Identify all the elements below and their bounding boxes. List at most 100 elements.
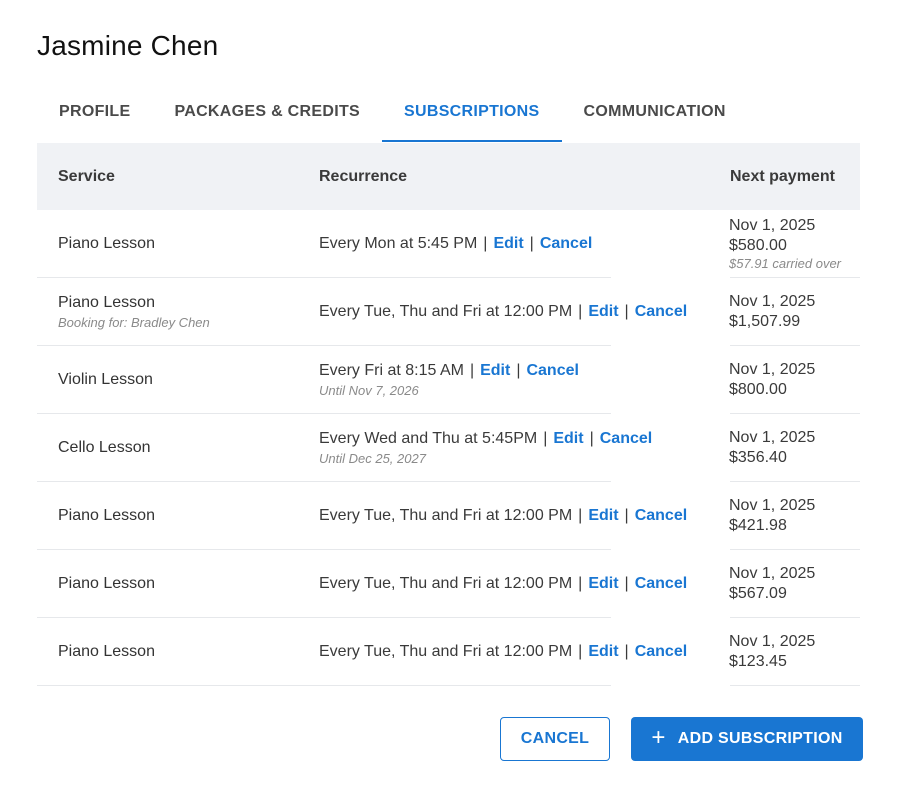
separator: | bbox=[578, 575, 583, 592]
cancel-link[interactable]: Cancel bbox=[635, 303, 687, 320]
next-payment-date: Nov 1, 2025 bbox=[729, 633, 816, 650]
cancel-link[interactable]: Cancel bbox=[600, 430, 652, 447]
separator: | bbox=[624, 303, 629, 320]
recurrence-cell: Every Fri at 8:15 AM | Edit | Cancel Until No… bbox=[319, 346, 579, 414]
next-payment-date: Nov 1, 2025 bbox=[729, 293, 816, 310]
service-cell: Cello Lesson bbox=[58, 414, 151, 482]
recurrence-text: Every Mon at 5:45 PM bbox=[319, 235, 478, 252]
tab-subscriptions[interactable]: SUBSCRIPTIONS bbox=[382, 92, 562, 142]
column-header-next-payment: Next payment bbox=[730, 167, 835, 185]
edit-link[interactable]: Edit bbox=[588, 507, 618, 524]
booking-for-note: Booking for: Bradley Chen bbox=[58, 315, 210, 330]
recurrence-text: Every Fri at 8:15 AM bbox=[319, 362, 464, 379]
separator: | bbox=[578, 303, 583, 320]
separator: | bbox=[469, 362, 475, 379]
recurrence-line: Every Wed and Thu at 5:45PM | Edit | Cancel bbox=[319, 430, 652, 448]
next-payment-cell: Nov 1, 2025 $123.45 bbox=[729, 618, 815, 686]
recurrence-text: Every Tue, Thu and Fri at 12:00 PM bbox=[319, 575, 573, 592]
tab-profile[interactable]: PROFILE bbox=[37, 92, 152, 142]
edit-link[interactable]: Edit bbox=[588, 643, 618, 660]
subscriptions-table: Service Recurrence Next payment Piano Le… bbox=[37, 143, 860, 686]
service-name: Piano Lesson bbox=[58, 507, 155, 524]
recurrence-cell: Every Wed and Thu at 5:45PM | Edit | Cancel U… bbox=[319, 414, 652, 482]
cancel-link[interactable]: Cancel bbox=[526, 362, 578, 379]
cancel-button[interactable]: CANCEL bbox=[500, 717, 610, 761]
separator: | bbox=[543, 430, 548, 447]
service-cell: Piano Lesson bbox=[58, 482, 155, 550]
add-subscription-button[interactable]: + ADD SUBSCRIPTION bbox=[631, 717, 863, 761]
row-divider bbox=[730, 685, 860, 686]
cancel-link[interactable]: Cancel bbox=[635, 575, 687, 592]
recurrence-cell: Every Tue, Thu and Fri at 12:00 PM | Edit |… bbox=[319, 618, 687, 686]
recurrence-text: Every Tue, Thu and Fri at 12:00 PM bbox=[319, 507, 573, 524]
carried-over-note: $57.91 carried over bbox=[729, 256, 842, 271]
table-row: Piano Lesson Every Tue, Thu and Fri at 12… bbox=[37, 618, 860, 686]
recurrence-line: Every Tue, Thu and Fri at 12:00 PM | Edit |… bbox=[319, 575, 687, 593]
service-cell: Piano Lesson Booking for: Bradley Chen bbox=[58, 278, 210, 346]
next-payment-amount: $1,507.99 bbox=[729, 313, 801, 330]
separator: | bbox=[578, 643, 583, 660]
separator: | bbox=[483, 235, 488, 252]
recurrence-line: Every Fri at 8:15 AM | Edit | Cancel bbox=[319, 362, 579, 380]
column-header-recurrence: Recurrence bbox=[319, 167, 408, 185]
edit-link[interactable]: Edit bbox=[588, 575, 618, 592]
next-payment-date: Nov 1, 2025 bbox=[729, 429, 816, 446]
recurrence-cell: Every Tue, Thu and Fri at 12:00 PM | Edit |… bbox=[319, 278, 687, 346]
service-cell: Violin Lesson bbox=[58, 346, 153, 414]
customer-name: Jasmine Chen bbox=[37, 30, 219, 61]
until-note: Until Dec 25, 2027 bbox=[319, 451, 426, 466]
table-row: Piano Lesson Every Tue, Thu and Fri at 12… bbox=[37, 482, 860, 550]
separator: | bbox=[624, 507, 629, 524]
recurrence-line: Every Tue, Thu and Fri at 12:00 PM | Edit |… bbox=[319, 303, 687, 321]
service-name: Piano Lesson bbox=[58, 294, 155, 311]
service-name: Cello Lesson bbox=[58, 439, 151, 456]
table-row: Cello Lesson Every Wed and Thu at 5:45PM |… bbox=[37, 414, 860, 482]
recurrence-cell: Every Tue, Thu and Fri at 12:00 PM | Edit |… bbox=[319, 550, 687, 618]
next-payment-amount: $580.00 bbox=[729, 237, 787, 254]
service-cell: Piano Lesson bbox=[58, 210, 155, 278]
next-payment-cell: Nov 1, 2025 $1,507.99 bbox=[729, 278, 815, 346]
separator: | bbox=[589, 430, 594, 447]
tab-packages-credits[interactable]: PACKAGES & CREDITS bbox=[152, 92, 382, 142]
recurrence-line: Every Mon at 5:45 PM | Edit | Cancel bbox=[319, 235, 592, 253]
separator: | bbox=[516, 362, 521, 379]
next-payment-amount: $567.09 bbox=[729, 585, 787, 602]
next-payment-cell: Nov 1, 2025 $580.00 $57.91 carried over bbox=[729, 210, 841, 278]
separator: | bbox=[624, 575, 629, 592]
separator: | bbox=[578, 507, 583, 524]
next-payment-amount: $356.40 bbox=[729, 449, 787, 466]
next-payment-cell: Nov 1, 2025 $567.09 bbox=[729, 550, 815, 618]
recurrence-line: Every Tue, Thu and Fri at 12:00 PM | Edit |… bbox=[319, 507, 687, 525]
until-note: Until Nov 7, 2026 bbox=[319, 383, 419, 398]
service-name: Piano Lesson bbox=[58, 643, 155, 660]
edit-link[interactable]: Edit bbox=[493, 235, 523, 252]
row-divider bbox=[37, 685, 611, 686]
subscriptions-page: Jasmine Chen PROFILE PACKAGES & CREDITS … bbox=[0, 0, 903, 802]
next-payment-date: Nov 1, 2025 bbox=[729, 361, 816, 378]
cancel-link[interactable]: Cancel bbox=[635, 507, 687, 524]
tab-communication[interactable]: COMMUNICATION bbox=[562, 92, 748, 142]
next-payment-amount: $421.98 bbox=[729, 517, 787, 534]
cancel-link[interactable]: Cancel bbox=[635, 643, 687, 660]
recurrence-line: Every Tue, Thu and Fri at 12:00 PM | Edit |… bbox=[319, 643, 687, 661]
edit-link[interactable]: Edit bbox=[588, 303, 618, 320]
next-payment-date: Nov 1, 2025 bbox=[729, 565, 816, 582]
service-name: Piano Lesson bbox=[58, 235, 155, 252]
plus-icon: + bbox=[651, 723, 666, 751]
edit-link[interactable]: Edit bbox=[553, 430, 583, 447]
edit-link[interactable]: Edit bbox=[480, 362, 510, 379]
add-subscription-label: ADD SUBSCRIPTION bbox=[677, 730, 843, 747]
cancel-link[interactable]: Cancel bbox=[540, 235, 592, 252]
recurrence-cell: Every Tue, Thu and Fri at 12:00 PM | Edit |… bbox=[319, 482, 687, 550]
separator: | bbox=[624, 643, 629, 660]
service-name: Violin Lesson bbox=[58, 371, 153, 388]
table-row: Piano Lesson Booking for: Bradley Chen Eve… bbox=[37, 278, 860, 346]
service-name: Piano Lesson bbox=[58, 575, 155, 592]
recurrence-text: Every Wed and Thu at 5:45PM bbox=[319, 430, 538, 447]
recurrence-text: Every Tue, Thu and Fri at 12:00 PM bbox=[319, 643, 573, 660]
next-payment-cell: Nov 1, 2025 $356.40 bbox=[729, 414, 815, 482]
next-payment-date: Nov 1, 2025 bbox=[729, 217, 816, 234]
next-payment-date: Nov 1, 2025 bbox=[729, 497, 816, 514]
next-payment-amount: $800.00 bbox=[729, 381, 787, 398]
recurrence-cell: Every Mon at 5:45 PM | Edit | Cancel bbox=[319, 210, 592, 278]
